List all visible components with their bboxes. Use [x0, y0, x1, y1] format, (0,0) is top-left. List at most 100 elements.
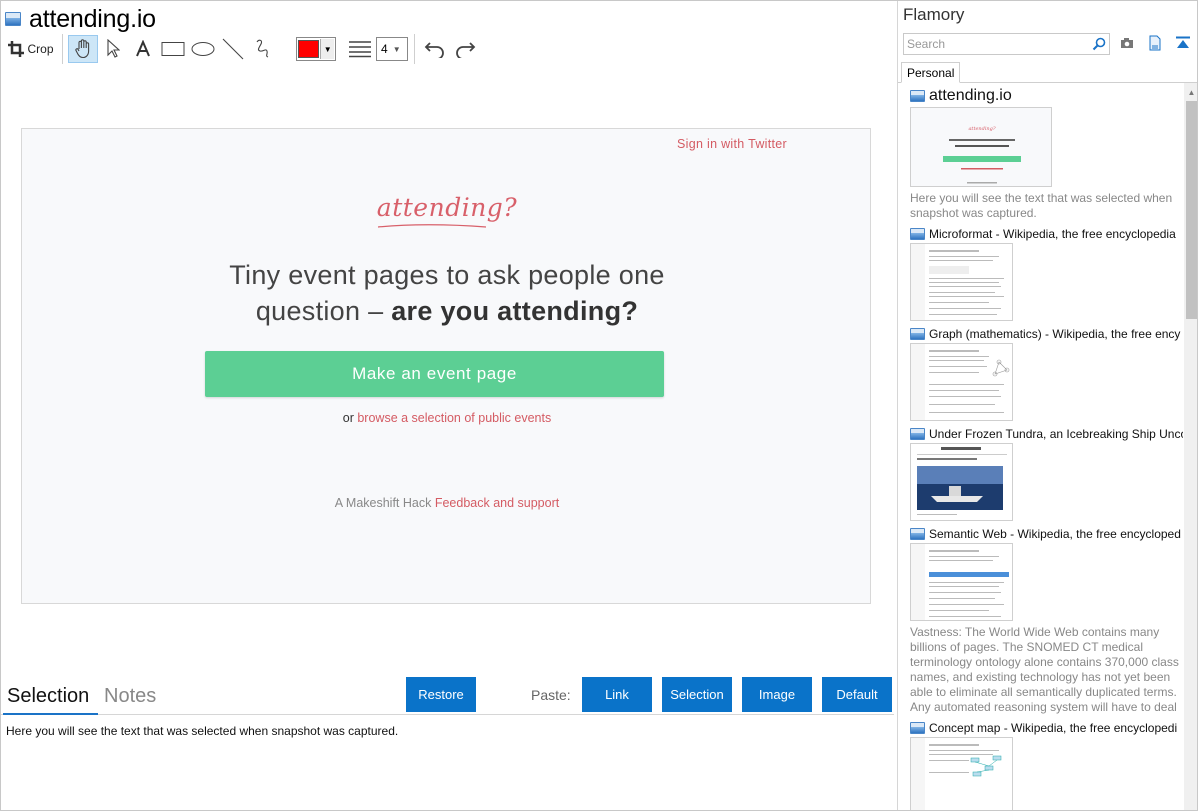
text-tool-button[interactable] [128, 35, 158, 63]
snapshot-list: attending.io attending? Here you will se… [910, 87, 1183, 810]
crop-icon [8, 41, 25, 57]
footer-line: A Makeshift Hack Feedback and support [22, 496, 870, 510]
list-item-caption: Here you will see the text that was sele… [910, 191, 1173, 220]
list-item-caption: Vastness: The World Wide Web contains ma… [910, 625, 1179, 714]
list-item[interactable]: Under Frozen Tundra, an Icebreaking Ship… [910, 427, 1183, 521]
list-item[interactable]: Graph (mathematics) - Wikipedia, the fre… [910, 327, 1183, 421]
list-item-header: Concept map - Wikipedia, the free encycl… [910, 721, 1183, 735]
text-icon [136, 40, 150, 57]
attending-logo: attending? [376, 193, 518, 222]
footer-pre: A Makeshift Hack [334, 496, 435, 510]
paste-label: Paste: [531, 687, 571, 703]
headline: Tiny event pages to ask people one quest… [22, 257, 870, 329]
list-item[interactable]: Semantic Web - Wikipedia, the free encyc… [910, 527, 1183, 715]
browse-line: or browse a selection of public events [22, 411, 870, 425]
ellipse-tool-button[interactable] [188, 35, 218, 63]
list-item-title: Under Frozen Tundra, an Icebreaking Ship… [929, 427, 1183, 441]
freehand-tool-button[interactable] [248, 35, 278, 63]
headline-line-2-bold: are you attending? [391, 296, 639, 326]
sidebar-actions [1118, 34, 1192, 52]
paste-image-button[interactable]: Image [742, 677, 812, 712]
search-input[interactable]: Search [903, 33, 1110, 55]
flamory-sidebar: Flamory Search Personal attending.io att… [897, 1, 1197, 810]
color-picker[interactable]: ▼ [296, 37, 336, 61]
browse-link: browse a selection of public events [357, 411, 552, 425]
paste-link-button[interactable]: Link [582, 677, 652, 712]
camera-button[interactable] [1118, 34, 1136, 52]
scrollbar-thumb[interactable] [1186, 101, 1197, 319]
paste-default-button[interactable]: Default [822, 677, 892, 712]
snapshot-image[interactable]: Sign in with Twitter attending? Tiny eve… [21, 128, 871, 604]
list-item-title: Graph (mathematics) - Wikipedia, the fre… [929, 327, 1181, 341]
line-tool-button[interactable] [218, 35, 248, 63]
sidebar-tab-bar: Personal [898, 61, 1197, 83]
list-item[interactable]: attending.io attending? Here you will se… [910, 87, 1183, 221]
page-icon [910, 228, 925, 240]
line-width-select[interactable]: 4 ▼ [376, 37, 408, 61]
snapshot-thumbnail [910, 737, 1013, 810]
list-item-header: Under Frozen Tundra, an Icebreaking Ship… [910, 427, 1183, 441]
list-item-header: attending.io [910, 87, 1183, 105]
list-item-header: Microformat - Wikipedia, the free encycl… [910, 227, 1183, 241]
headline-line-1: Tiny event pages to ask people one [229, 260, 665, 290]
search-placeholder: Search [907, 37, 946, 51]
redo-icon [456, 42, 476, 58]
camera-icon [1121, 38, 1133, 48]
page-icon [910, 722, 925, 734]
headline-line-2: question – are you attending? [22, 293, 870, 329]
toolbar-separator [414, 34, 415, 64]
selection-text[interactable]: Here you will see the text that was sele… [6, 724, 398, 738]
crop-button[interactable]: Crop [5, 35, 57, 63]
line-icon [222, 38, 244, 60]
pointer-icon [107, 39, 120, 58]
make-event-page-button: Make an event page [205, 351, 664, 397]
ellipse-icon [191, 42, 215, 56]
drawing-toolbar: Crop ▼ 4 ▼ [5, 34, 480, 64]
toolbar-separator [62, 34, 63, 64]
scroll-up-icon[interactable]: ▲ [1184, 85, 1197, 99]
list-item-header: Graph (mathematics) - Wikipedia, the fre… [910, 327, 1183, 341]
rectangle-tool-button[interactable] [158, 35, 188, 63]
collapse-button[interactable] [1174, 34, 1192, 52]
freehand-icon [256, 39, 269, 58]
rectangle-icon [161, 42, 185, 56]
snapshot-thumbnail: attending? [910, 107, 1052, 187]
list-item-header: Semantic Web - Wikipedia, the free encyc… [910, 527, 1183, 541]
pointer-tool-button[interactable] [98, 35, 128, 63]
restore-button[interactable]: Restore [406, 677, 476, 712]
hand-icon [75, 39, 90, 59]
list-item[interactable]: Microformat - Wikipedia, the free encycl… [910, 227, 1183, 321]
list-item[interactable]: Concept map - Wikipedia, the free encycl… [910, 721, 1183, 810]
chevron-down-icon: ▼ [392, 44, 401, 54]
snapshot-thumbnail [910, 443, 1013, 521]
svg-text:attending?: attending? [968, 126, 995, 132]
headline-line-2-pre: question – [255, 296, 392, 326]
list-item-title: Concept map - Wikipedia, the free encycl… [929, 721, 1178, 735]
line-width-value: 4 [381, 42, 388, 56]
title-bar: attending.io [5, 5, 156, 33]
list-item-title: Microformat - Wikipedia, the free encycl… [929, 227, 1176, 241]
paste-selection-button[interactable]: Selection [662, 677, 732, 712]
list-item-title: Semantic Web - Wikipedia, the free encyc… [929, 527, 1181, 541]
browse-pre: or [342, 411, 358, 425]
page-icon [5, 12, 21, 26]
document-button[interactable] [1146, 34, 1164, 52]
snapshot-thumbnail [910, 543, 1013, 621]
snapshot-thumbnail [910, 343, 1013, 421]
collapse-top-icon [1176, 36, 1190, 48]
snapshot-thumbnail [910, 243, 1013, 321]
search-icon[interactable] [1092, 37, 1106, 51]
sign-in-link: Sign in with Twitter [677, 137, 787, 151]
snapshot-editor: attending.io Crop ▼ 4 ▼ Sign in with Twi… [1, 1, 897, 810]
document-icon [1149, 35, 1161, 51]
chevron-down-icon: ▼ [320, 39, 334, 59]
color-swatch [298, 40, 320, 58]
logo-underline [377, 224, 487, 228]
tab-notes[interactable]: Notes [104, 685, 156, 708]
hand-tool-button[interactable] [68, 35, 98, 63]
undo-button[interactable] [420, 35, 450, 63]
tab-selection[interactable]: Selection [7, 685, 89, 708]
sidebar-title: Flamory [903, 5, 965, 24]
tab-personal[interactable]: Personal [901, 62, 961, 83]
redo-button[interactable] [450, 35, 480, 63]
